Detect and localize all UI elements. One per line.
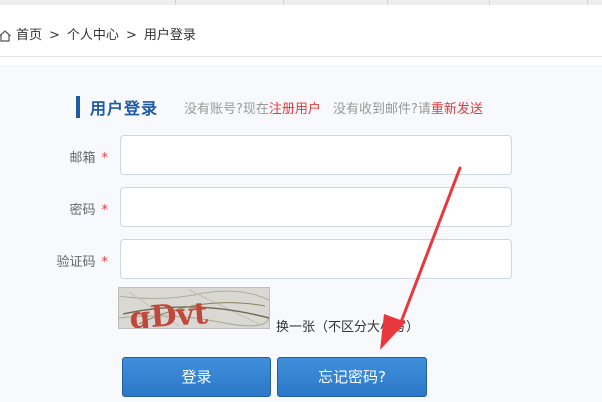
breadcrumb-current: 用户登录 [143, 28, 196, 43]
breadcrumb-personal-center-link[interactable]: 个人中心 [67, 24, 119, 48]
password-field[interactable] [120, 187, 512, 227]
captcha-label-text: 验证码 [56, 255, 96, 270]
required-mark: * [101, 203, 109, 218]
register-tip-text: 没有账号?现在 [184, 101, 269, 117]
home-icon [0, 30, 11, 42]
resend-tip: 没有收到邮件?请重新发送 [333, 98, 483, 117]
required-mark: * [101, 255, 109, 270]
captcha-refresh-link[interactable]: 换一张（不区分大小写） [276, 316, 419, 335]
email-field[interactable] [120, 135, 512, 175]
email-label-text: 邮箱 [69, 151, 96, 166]
page-title: 用户登录 [90, 99, 159, 118]
forgot-password-button[interactable]: 忘记密码? [277, 357, 427, 397]
top-nav-strip [0, 0, 602, 5]
captcha-image-graphic: gDvt [119, 288, 269, 328]
login-button[interactable]: 登录 [122, 357, 271, 397]
resend-link[interactable]: 重新发送 [431, 102, 483, 117]
resend-tip-text: 没有收到邮件?请 [332, 101, 431, 117]
breadcrumb: 首页 > 个人中心 > 用户登录 [0, 24, 196, 48]
nav-divider [283, 0, 284, 5]
breadcrumb-home-link[interactable]: 首页 [16, 24, 42, 48]
captcha-image[interactable]: gDvt [118, 287, 270, 329]
breadcrumb-divider [0, 56, 602, 57]
nav-divider [175, 0, 176, 5]
password-label-text: 密码 [69, 203, 96, 218]
captcha-label: 验证码 * [56, 251, 108, 270]
required-mark: * [101, 151, 109, 166]
register-link[interactable]: 注册用户 [269, 102, 321, 117]
captcha-text: gDvt [128, 296, 209, 328]
breadcrumb-separator: > [125, 28, 137, 43]
nav-divider [489, 0, 490, 5]
register-tip: 没有账号?现在注册用户 [184, 98, 321, 117]
nav-divider [387, 0, 388, 5]
login-header: 用户登录 没有账号?现在注册用户 没有收到邮件?请重新发送 [76, 96, 483, 118]
captcha-field[interactable] [120, 239, 512, 279]
email-label: 邮箱 * [69, 147, 108, 166]
breadcrumb-separator: > [49, 28, 60, 43]
nav-divider [587, 0, 588, 5]
title-accent-bar [76, 96, 80, 118]
password-label: 密码 * [69, 199, 108, 218]
